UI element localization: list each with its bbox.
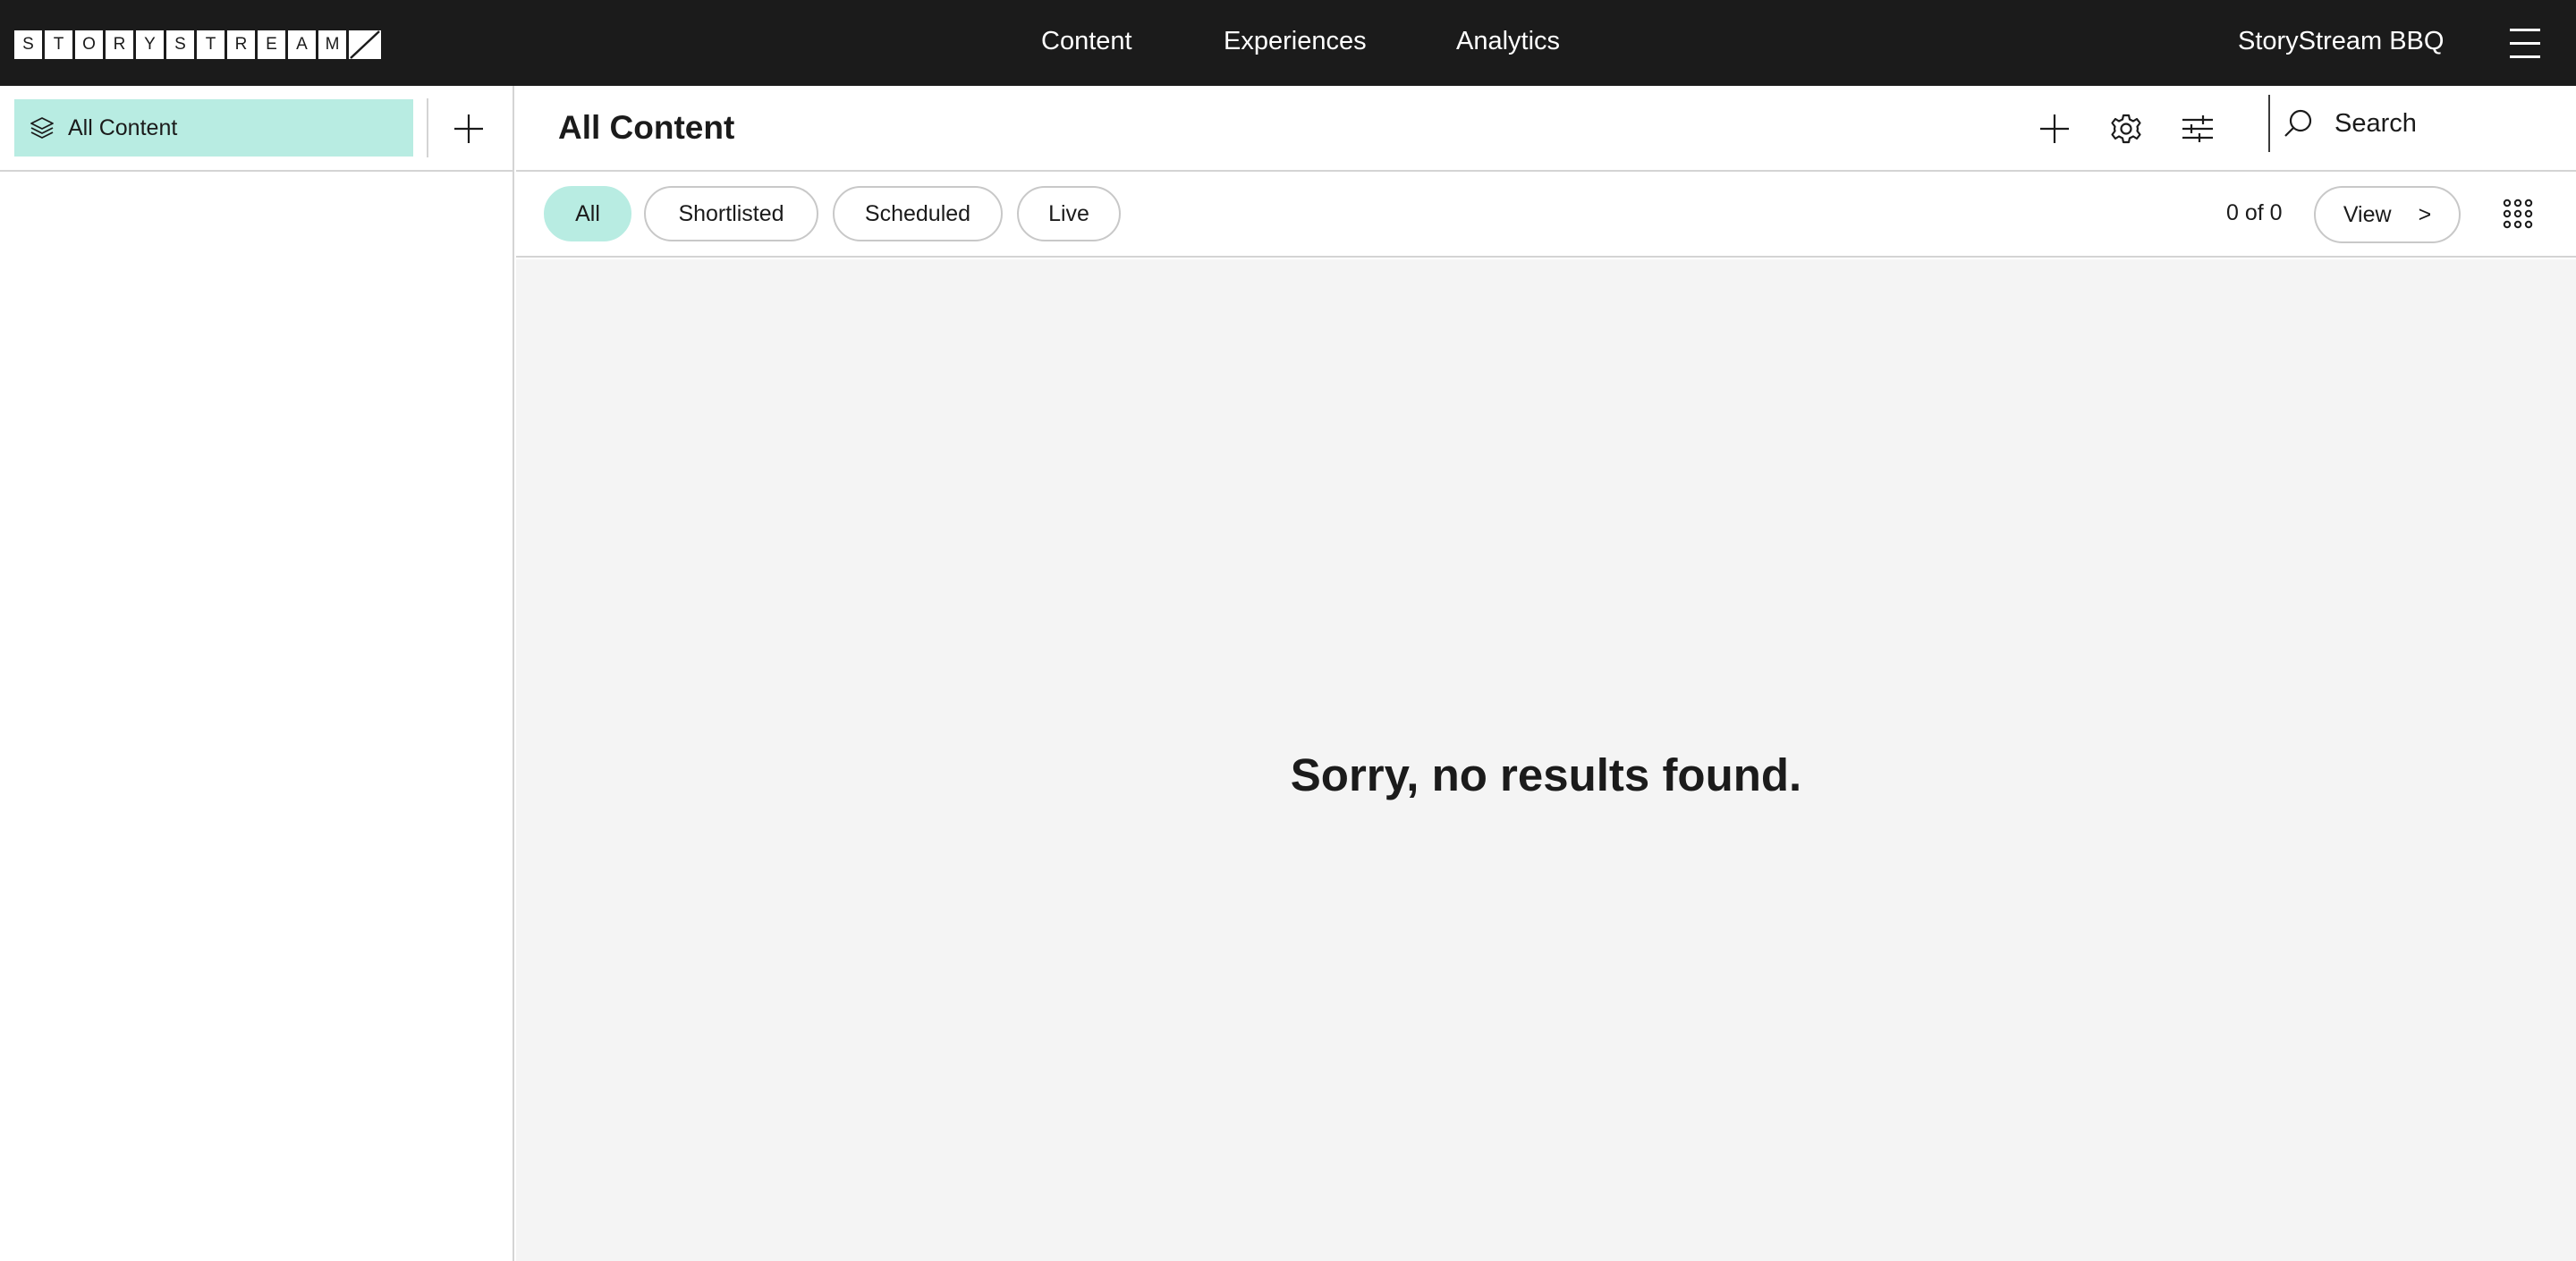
filter-tab-all[interactable]: All	[544, 186, 631, 241]
hamburger-menu-icon[interactable]	[2510, 27, 2540, 59]
logo-letter: R	[106, 30, 136, 59]
search-box[interactable]	[2283, 98, 2560, 148]
logo-letter: T	[197, 30, 227, 59]
logo-letter: M	[318, 30, 349, 59]
filter-tab-shortlisted[interactable]: Shortlisted	[644, 186, 818, 241]
sliders-icon[interactable]	[2180, 111, 2216, 147]
page-header: All Content	[516, 86, 2576, 172]
account-name[interactable]: StoryStream BBQ	[2238, 27, 2444, 56]
filter-bar: All Shortlisted Scheduled Live 0 of 0 Vi…	[516, 173, 2576, 258]
top-navigation-bar: S T O R Y S T R E A M Content Experience…	[0, 0, 2576, 86]
logo-letter: E	[258, 30, 288, 59]
grid-view-icon[interactable]	[2502, 198, 2534, 230]
filter-tab-live[interactable]: Live	[1017, 186, 1121, 241]
logo-slash-icon	[349, 30, 381, 59]
divider	[427, 98, 428, 157]
filter-tab-scheduled[interactable]: Scheduled	[833, 186, 1003, 241]
sidebar-header: All Content	[0, 86, 514, 172]
view-button[interactable]: View >	[2314, 186, 2461, 243]
nav-experiences[interactable]: Experiences	[1224, 27, 1367, 56]
gear-icon[interactable]	[2108, 111, 2144, 147]
content-area: Sorry, no results found.	[516, 259, 2576, 1261]
chevron-right-icon: >	[2418, 201, 2432, 227]
logo-letter: A	[288, 30, 318, 59]
add-icon[interactable]	[2037, 111, 2072, 147]
nav-content[interactable]: Content	[1041, 27, 1132, 56]
logo-letter: Y	[136, 30, 166, 59]
sidebar-item-all-content[interactable]: All Content	[14, 99, 413, 157]
sidebar-item-label: All Content	[68, 114, 178, 140]
sidebar: All Content	[0, 86, 514, 1261]
layers-icon	[30, 117, 54, 139]
logo-letter: S	[14, 30, 45, 59]
page-title: All Content	[558, 109, 735, 146]
logo-letter: R	[227, 30, 258, 59]
logo-letter: S	[166, 30, 197, 59]
empty-state-message: Sorry, no results found.	[1290, 749, 1802, 800]
logo-letter: T	[45, 30, 75, 59]
search-icon	[2284, 109, 2312, 137]
add-collection-icon[interactable]	[451, 111, 487, 147]
storystream-logo[interactable]: S T O R Y S T R E A M	[14, 30, 381, 59]
nav-analytics[interactable]: Analytics	[1456, 27, 1560, 56]
view-button-label: View	[2343, 201, 2392, 227]
search-divider	[2268, 95, 2270, 152]
search-input[interactable]	[2334, 108, 2531, 139]
logo-letter: O	[75, 30, 106, 59]
results-count: 0 of 0	[2226, 200, 2283, 225]
